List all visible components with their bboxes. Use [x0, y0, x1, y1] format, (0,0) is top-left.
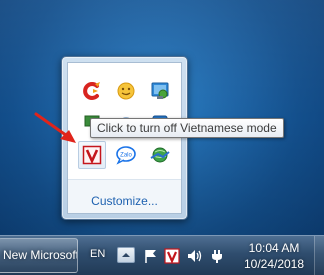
unikey-taskbar-icon[interactable] — [163, 247, 181, 265]
clock-date: 10/24/2018 — [243, 257, 305, 271]
show-desktop-button[interactable] — [314, 236, 324, 275]
power-plug-icon[interactable] — [208, 247, 226, 265]
taskbar-window-button[interactable]: New Microsoft — [0, 238, 78, 273]
tooltip: Click to turn off Vietnamese mode — [90, 118, 284, 138]
popup-panel: Zalo Customize... — [67, 62, 182, 214]
popup-divider — [68, 179, 181, 180]
action-center-flag-icon[interactable] — [142, 247, 160, 265]
chevron-up-icon — [122, 253, 130, 257]
language-indicator[interactable]: EN — [90, 248, 105, 260]
unikey-v-icon[interactable] — [78, 141, 106, 169]
display-settings-icon[interactable] — [146, 77, 174, 105]
network-globe-icon[interactable] — [146, 141, 174, 169]
show-hidden-icons-button[interactable] — [117, 247, 135, 263]
customize-link[interactable]: Customize... — [68, 194, 181, 208]
annotation-arrow-icon — [34, 112, 76, 143]
system-clock[interactable]: 10:04 AM 10/24/2018 — [236, 240, 312, 272]
yellow-smiley-icon[interactable] — [112, 77, 140, 105]
volume-icon[interactable] — [186, 247, 204, 265]
desktop: Zalo Customize... Click to turn off Viet… — [0, 0, 324, 275]
ccleaner-icon[interactable] — [78, 77, 106, 105]
zalo-icon[interactable]: Zalo — [112, 141, 140, 169]
taskbar-window-label: New Microsoft — [3, 248, 78, 262]
clock-time: 10:04 AM — [248, 241, 300, 255]
taskbar: New Microsoft EN 10:04 AM 10/24/2018 — [0, 235, 324, 275]
svg-text:Zalo: Zalo — [120, 153, 132, 159]
